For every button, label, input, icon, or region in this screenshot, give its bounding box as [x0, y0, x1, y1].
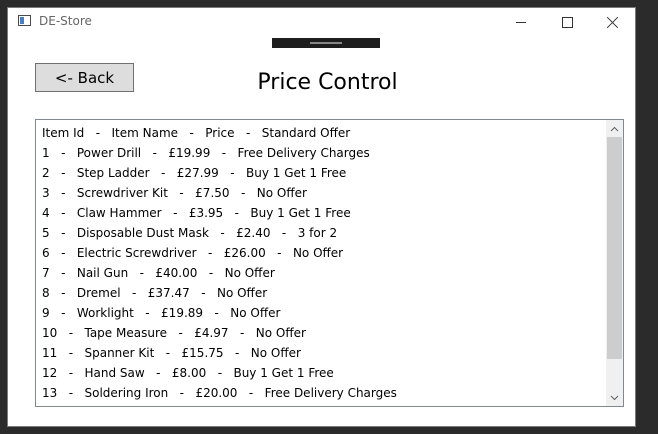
list-item[interactable]: 4 - Claw Hammer - £3.95 - Buy 1 Get 1 Fr…: [42, 203, 603, 223]
close-icon: [607, 16, 619, 28]
list-items: Item Id - Item Name - Price - Standard O…: [42, 123, 603, 406]
vertical-scrollbar[interactable]: [606, 120, 623, 406]
list-header-row[interactable]: Item Id - Item Name - Price - Standard O…: [42, 123, 603, 143]
list-item[interactable]: 13 - Soldering Iron - £20.00 - Free Deli…: [42, 383, 603, 403]
title-bar[interactable]: DE-Store: [8, 8, 635, 36]
chevron-up-icon: [610, 126, 619, 131]
drag-handle[interactable]: [272, 38, 380, 48]
list-item[interactable]: 6 - Electric Screwdriver - £26.00 - No O…: [42, 243, 603, 263]
close-button[interactable]: [590, 8, 636, 36]
list-item[interactable]: 8 - Dremel - £37.47 - No Offer: [42, 283, 603, 303]
list-item[interactable]: 11 - Spanner Kit - £15.75 - No Offer: [42, 343, 603, 363]
list-item[interactable]: 10 - Tape Measure - £4.97 - No Offer: [42, 323, 603, 343]
list-item[interactable]: 9 - Worklight - £19.89 - No Offer: [42, 303, 603, 323]
app-window: DE-Store <- Back Price Control Item Id -…: [7, 7, 636, 427]
maximize-icon: [561, 16, 573, 28]
minimize-icon: [516, 21, 526, 23]
window-title: DE-Store: [39, 14, 92, 28]
list-item[interactable]: 2 - Step Ladder - £27.99 - Buy 1 Get 1 F…: [42, 163, 603, 183]
list-item[interactable]: 12 - Hand Saw - £8.00 - Buy 1 Get 1 Free: [42, 363, 603, 383]
chevron-down-icon: [610, 395, 619, 400]
list-item[interactable]: 14 - Star Tools - £19.50 - No Offer: [42, 403, 603, 406]
app-window-icon: [18, 15, 31, 26]
minimize-button[interactable]: [498, 8, 544, 36]
list-item[interactable]: 5 - Disposable Dust Mask - £2.40 - 3 for…: [42, 223, 603, 243]
list-item[interactable]: 3 - Screwdriver Kit - £7.50 - No Offer: [42, 183, 603, 203]
list-item[interactable]: 1 - Power Drill - £19.99 - Free Delivery…: [42, 143, 603, 163]
scroll-down-button[interactable]: [606, 389, 623, 406]
price-listbox[interactable]: Item Id - Item Name - Price - Standard O…: [35, 119, 624, 407]
page-title: Price Control: [257, 70, 398, 95]
scroll-up-button[interactable]: [606, 120, 623, 137]
list-item[interactable]: 7 - Nail Gun - £40.00 - No Offer: [42, 263, 603, 283]
scroll-thumb[interactable]: [607, 137, 622, 359]
maximize-button[interactable]: [544, 8, 590, 36]
